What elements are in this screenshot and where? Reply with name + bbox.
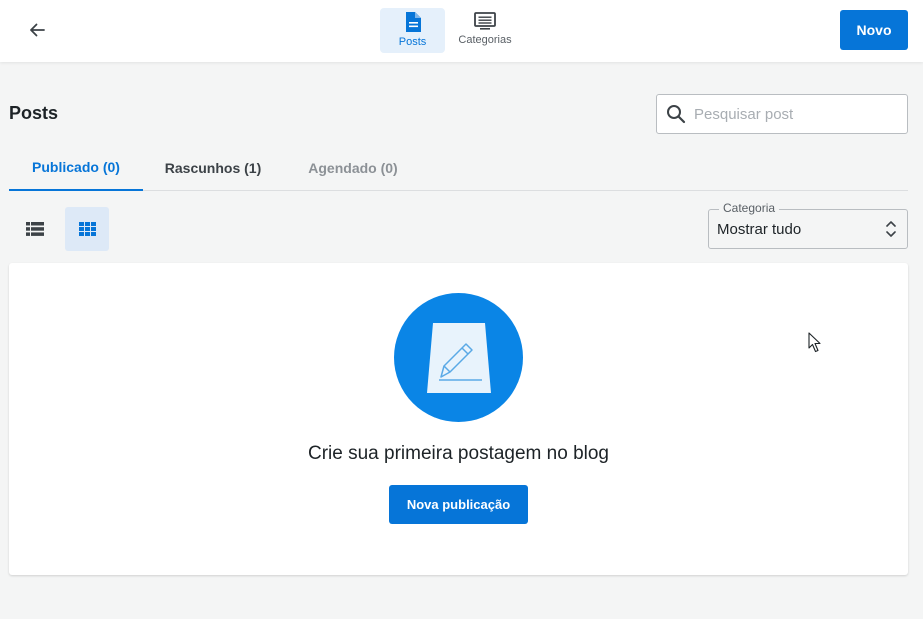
new-publication-button[interactable]: Nova publicação — [389, 485, 528, 524]
search-box[interactable] — [656, 94, 908, 134]
tab-agendado[interactable]: Agendado (0) — [283, 145, 423, 190]
category-select[interactable]: Categoria Mostrar tudo — [708, 201, 908, 249]
grid-view-button[interactable] — [65, 207, 109, 251]
empty-state-message: Crie sua primeira postagem no blog — [308, 443, 609, 464]
category-select-label: Categoria — [719, 201, 780, 215]
tab-rascunhos[interactable]: Rascunhos (1) — [143, 145, 283, 190]
top-bar: Posts Categorias Novo — [0, 0, 923, 62]
mouse-cursor-icon — [808, 332, 821, 353]
grid-view-icon — [78, 222, 96, 236]
empty-state-card: Crie sua primeira postagem no blog Nova … — [9, 263, 908, 575]
chevron-up-down-icon — [886, 221, 896, 237]
blog-post-illustration-icon — [394, 293, 523, 422]
document-icon — [405, 12, 421, 32]
nav-tab-label: Posts — [398, 36, 427, 48]
page-title: Posts — [9, 103, 59, 123]
new-post-button[interactable]: Novo — [840, 10, 908, 50]
tab-publicado[interactable]: Publicado (0) — [9, 145, 143, 191]
list-view-button[interactable] — [13, 207, 57, 251]
list-view-icon — [26, 222, 44, 236]
back-button[interactable] — [22, 15, 52, 45]
search-input[interactable] — [694, 105, 894, 123]
nav-tab-categorias[interactable]: Categorias — [452, 8, 518, 53]
search-icon — [667, 105, 686, 124]
nav-tab-label: Categorias — [458, 34, 512, 46]
categories-icon — [474, 12, 496, 30]
category-select-value: Mostrar tudo — [717, 221, 802, 238]
nav-tab-posts[interactable]: Posts — [380, 8, 445, 53]
arrow-left-icon — [30, 23, 45, 37]
status-tabs: Publicado (0) Rascunhos (1) Agendado (0) — [9, 145, 908, 191]
